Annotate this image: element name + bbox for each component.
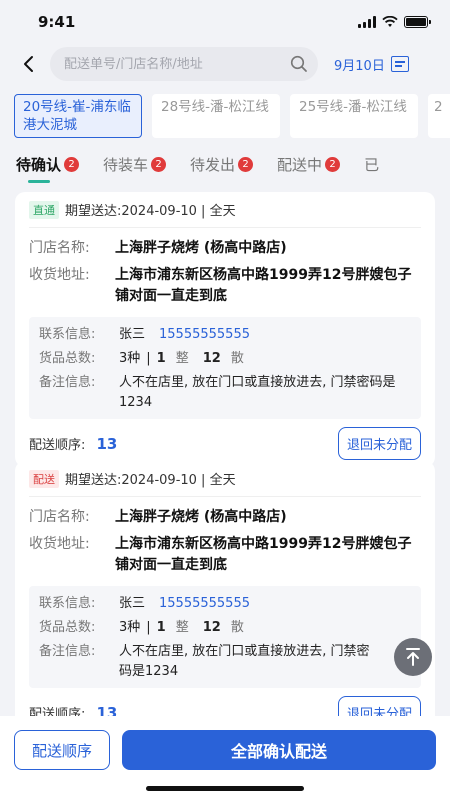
home-indicator bbox=[146, 786, 304, 791]
order-card-footer: 配送顺序: 13 退回未分配 bbox=[29, 419, 421, 467]
arrow-up-to-top-icon bbox=[406, 648, 420, 666]
count-badge: 2 bbox=[64, 157, 80, 172]
goods-kinds: 3种 bbox=[119, 620, 141, 635]
field-label: 货品总数: bbox=[39, 351, 96, 366]
field-label: 联系信息: bbox=[39, 596, 96, 611]
count-badge: 2 bbox=[151, 157, 167, 172]
contact-phone-link[interactable]: 15555555555 bbox=[159, 594, 250, 614]
tab-label: 配送中 bbox=[277, 156, 323, 174]
count-badge: 2 bbox=[238, 157, 254, 172]
tab-active-indicator bbox=[28, 180, 50, 183]
contact-row: 联系信息: 张三 15555555555 bbox=[39, 325, 411, 345]
tab-pending-dispatch[interactable]: 待发出 2 bbox=[190, 154, 254, 192]
cellular-signal-icon bbox=[358, 16, 376, 28]
store-name: 上海胖子烧烤 (杨高中路店) bbox=[115, 509, 287, 525]
goods-loose-count: 12 bbox=[202, 620, 221, 635]
field-label: 收货地址: bbox=[29, 536, 90, 552]
confirm-all-delivery-button[interactable]: 全部确认配送 bbox=[122, 730, 436, 770]
order-card-header: 直通 期望送达:2024-09-10 | 全天 bbox=[29, 192, 421, 228]
search-icon[interactable] bbox=[290, 55, 308, 73]
calendar-icon bbox=[390, 56, 409, 72]
separator: | bbox=[146, 620, 151, 635]
route-selector: 20号线-崔-浦东临港大泥城 28号线-潘-松江线 25号线-潘-松江线 2 bbox=[0, 84, 450, 140]
tab-label: 待确认 bbox=[16, 156, 62, 174]
goods-loose-count: 12 bbox=[202, 351, 221, 366]
route-chip[interactable]: 20号线-崔-浦东临港大泥城 bbox=[14, 94, 142, 138]
route-chip[interactable]: 2 bbox=[428, 94, 450, 138]
return-unassigned-button[interactable]: 退回未分配 bbox=[337, 426, 421, 460]
remark-text: 人不在店里, 放在门口或直接放进去, 门禁密码是1234 bbox=[119, 644, 370, 679]
remark-row: 备注信息: 人不在店里, 放在门口或直接放进去, 门禁密码是1234 bbox=[39, 642, 411, 682]
remark-row: 备注信息: 人不在店里, 放在门口或直接放进去, 门禁密码是1234 bbox=[39, 373, 411, 413]
unit-loose: 散 bbox=[230, 620, 244, 635]
field-label: 联系信息: bbox=[39, 327, 96, 342]
route-chip[interactable]: 28号线-潘-松江线 bbox=[152, 94, 280, 138]
field-label: 门店名称: bbox=[29, 509, 90, 525]
tab-delivering[interactable]: 配送中 2 bbox=[277, 154, 341, 192]
delivery-sequence-value: 13 bbox=[96, 434, 118, 453]
battery-icon bbox=[404, 16, 431, 28]
back-arrow-icon[interactable] bbox=[16, 52, 40, 76]
order-card-header: 配送 期望送达:2024-09-10 | 全天 bbox=[29, 461, 421, 497]
expected-delivery: 期望送达:2024-09-10 | 全天 bbox=[65, 204, 236, 219]
status-bar: 9:41 bbox=[0, 0, 450, 44]
search-box[interactable] bbox=[50, 47, 318, 81]
goods-total-row: 货品总数: 3种 | 1 整 12 散 bbox=[39, 349, 411, 369]
separator: | bbox=[146, 351, 151, 366]
delivery-type-tag: 直通 bbox=[29, 200, 59, 219]
tab-label: 待装车 bbox=[103, 156, 149, 174]
field-label: 门店名称: bbox=[29, 240, 90, 256]
status-time: 9:41 bbox=[38, 13, 76, 31]
status-tabs: 待确认 2 待装车 2 待发出 2 配送中 2 已 bbox=[0, 140, 450, 192]
field-label: 备注信息: bbox=[39, 375, 96, 390]
contact-name: 张三 bbox=[119, 596, 146, 611]
date-picker-button[interactable]: 9月10日 bbox=[334, 55, 409, 74]
info-box: 联系信息: 张三 15555555555 货品总数: 3种 | 1 整 12 散… bbox=[29, 586, 421, 688]
store-name-row: 门店名称: 上海胖子烧烤 (杨高中路店) bbox=[29, 238, 421, 259]
goods-total-row: 货品总数: 3种 | 1 整 12 散 bbox=[39, 618, 411, 638]
date-label: 9月10日 bbox=[334, 58, 385, 74]
order-card: 配送 期望送达:2024-09-10 | 全天 门店名称: 上海胖子烧烤 (杨高… bbox=[15, 461, 435, 736]
search-input[interactable] bbox=[64, 56, 290, 72]
status-icons bbox=[358, 16, 431, 28]
field-label: 备注信息: bbox=[39, 644, 96, 659]
count-badge: 2 bbox=[325, 157, 341, 172]
tab-pending-load[interactable]: 待装车 2 bbox=[103, 154, 167, 192]
delivery-address: 上海市浦东新区杨高中路1999弄12号胖嫂包子铺对面一直走到底 bbox=[115, 536, 412, 573]
contact-row: 联系信息: 张三 15555555555 bbox=[39, 594, 411, 614]
order-card: 直通 期望送达:2024-09-10 | 全天 门店名称: 上海胖子烧烤 (杨高… bbox=[15, 192, 435, 467]
contact-phone-link[interactable]: 15555555555 bbox=[159, 325, 250, 345]
contact-name: 张三 bbox=[119, 327, 146, 342]
tab-label: 已 bbox=[364, 156, 380, 174]
address-row: 收货地址: 上海市浦东新区杨高中路1999弄12号胖嫂包子铺对面一直走到底 bbox=[29, 534, 421, 576]
info-box: 联系信息: 张三 15555555555 货品总数: 3种 | 1 整 12 散… bbox=[29, 317, 421, 419]
wifi-icon bbox=[382, 16, 398, 27]
tab-pending-confirm[interactable]: 待确认 2 bbox=[16, 154, 80, 192]
remark-text: 人不在店里, 放在门口或直接放进去, 门禁密码是1234 bbox=[119, 375, 396, 410]
delivery-type-tag: 配送 bbox=[29, 469, 59, 488]
unit-loose: 散 bbox=[230, 351, 244, 366]
header: 9月10日 bbox=[0, 44, 450, 84]
address-row: 收货地址: 上海市浦东新区杨高中路1999弄12号胖嫂包子铺对面一直走到底 bbox=[29, 265, 421, 307]
unit-whole: 整 bbox=[175, 620, 189, 635]
delivery-address: 上海市浦东新区杨高中路1999弄12号胖嫂包子铺对面一直走到底 bbox=[115, 267, 412, 304]
field-label: 收货地址: bbox=[29, 267, 90, 283]
field-label: 配送顺序: bbox=[29, 437, 86, 453]
tab-delivered[interactable]: 已 bbox=[364, 154, 379, 192]
route-chip[interactable]: 25号线-潘-松江线 bbox=[290, 94, 418, 138]
goods-whole-count: 1 bbox=[156, 351, 166, 366]
goods-whole-count: 1 bbox=[156, 620, 166, 635]
scroll-to-top-button[interactable] bbox=[394, 638, 432, 676]
field-label: 货品总数: bbox=[39, 620, 96, 635]
delivery-sequence-button[interactable]: 配送顺序 bbox=[14, 730, 110, 770]
store-name-row: 门店名称: 上海胖子烧烤 (杨高中路店) bbox=[29, 507, 421, 528]
tab-label: 待发出 bbox=[190, 156, 236, 174]
store-name: 上海胖子烧烤 (杨高中路店) bbox=[115, 240, 287, 256]
expected-delivery: 期望送达:2024-09-10 | 全天 bbox=[65, 473, 236, 488]
unit-whole: 整 bbox=[175, 351, 189, 366]
goods-kinds: 3种 bbox=[119, 351, 141, 366]
